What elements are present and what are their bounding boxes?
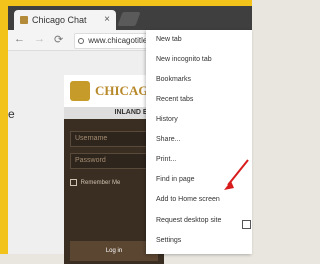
page-edge-text: e xyxy=(8,107,15,121)
remember-me-label: Remember Me xyxy=(80,180,121,187)
site-favicon-icon xyxy=(20,16,28,24)
menu-item-print[interactable]: Print... xyxy=(156,152,176,168)
reload-icon[interactable]: ⟳ xyxy=(54,33,63,46)
menu-item-new-tab[interactable]: New tab xyxy=(156,32,182,48)
desktop-site-checkbox[interactable] xyxy=(242,220,251,229)
castle-logo-icon xyxy=(70,81,90,101)
browser-menu: New tab New incognito tab Bookmarks Rece… xyxy=(146,30,252,254)
password-field[interactable]: Password xyxy=(70,153,158,169)
lock-icon xyxy=(78,37,84,44)
checkbox-icon xyxy=(70,179,77,186)
tab-strip: Chicago Chat × xyxy=(8,6,252,30)
login-button[interactable]: Log in xyxy=(70,241,158,261)
menu-item-add-to-home-screen[interactable]: Add to Home screen xyxy=(156,192,220,208)
new-tab-button[interactable] xyxy=(117,12,141,26)
menu-item-recent-tabs[interactable]: Recent tabs xyxy=(156,92,193,108)
menu-item-find-in-page[interactable]: Find in page xyxy=(156,172,195,188)
remember-me-checkbox[interactable]: Remember Me xyxy=(70,179,120,186)
close-icon[interactable]: × xyxy=(104,14,110,25)
menu-item-share[interactable]: Share... xyxy=(156,132,181,148)
browser-tab[interactable]: Chicago Chat × xyxy=(14,10,116,30)
menu-item-bookmarks[interactable]: Bookmarks xyxy=(156,72,191,88)
menu-item-request-desktop-site[interactable]: Request desktop site xyxy=(156,213,221,229)
username-field[interactable]: Username xyxy=(70,131,158,147)
menu-item-settings[interactable]: Settings xyxy=(156,233,181,249)
menu-item-history[interactable]: History xyxy=(156,112,178,128)
window-frame-left xyxy=(0,0,8,254)
forward-arrow-icon[interactable]: → xyxy=(34,33,45,45)
tab-title: Chicago Chat xyxy=(32,15,87,25)
menu-item-new-incognito-tab[interactable]: New incognito tab xyxy=(156,52,212,68)
back-arrow-icon[interactable]: ← xyxy=(14,33,25,45)
